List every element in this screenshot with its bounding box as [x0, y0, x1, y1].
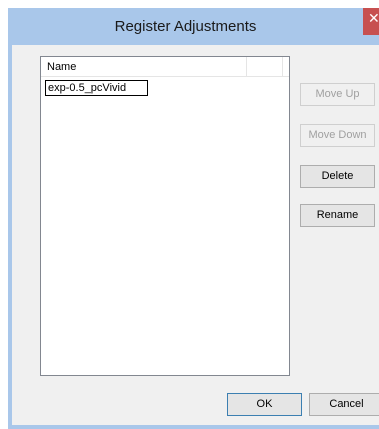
move-down-button[interactable]: Move Down — [300, 124, 375, 147]
list-header: Name — [41, 57, 289, 77]
close-icon: ✕ — [368, 11, 379, 27]
adjustments-list[interactable]: Name — [40, 56, 290, 376]
cancel-button[interactable]: Cancel — [309, 393, 379, 416]
dialog-body: Name Move Up Move Down Delete Rename OK … — [12, 45, 379, 425]
move-up-button[interactable]: Move Up — [300, 83, 375, 106]
rename-button[interactable]: Rename — [300, 204, 375, 227]
column-header-empty[interactable] — [247, 57, 283, 77]
column-header-name[interactable]: Name — [41, 57, 247, 77]
delete-button[interactable]: Delete — [300, 165, 375, 188]
register-adjustments-dialog: Register Adjustments ✕ Name Move Up Move… — [8, 8, 379, 429]
rename-edit-field[interactable] — [45, 80, 148, 96]
dialog-title: Register Adjustments — [114, 18, 257, 35]
title-bar[interactable]: Register Adjustments ✕ — [8, 8, 379, 45]
ok-button[interactable]: OK — [227, 393, 302, 416]
close-button[interactable]: ✕ — [363, 8, 379, 35]
